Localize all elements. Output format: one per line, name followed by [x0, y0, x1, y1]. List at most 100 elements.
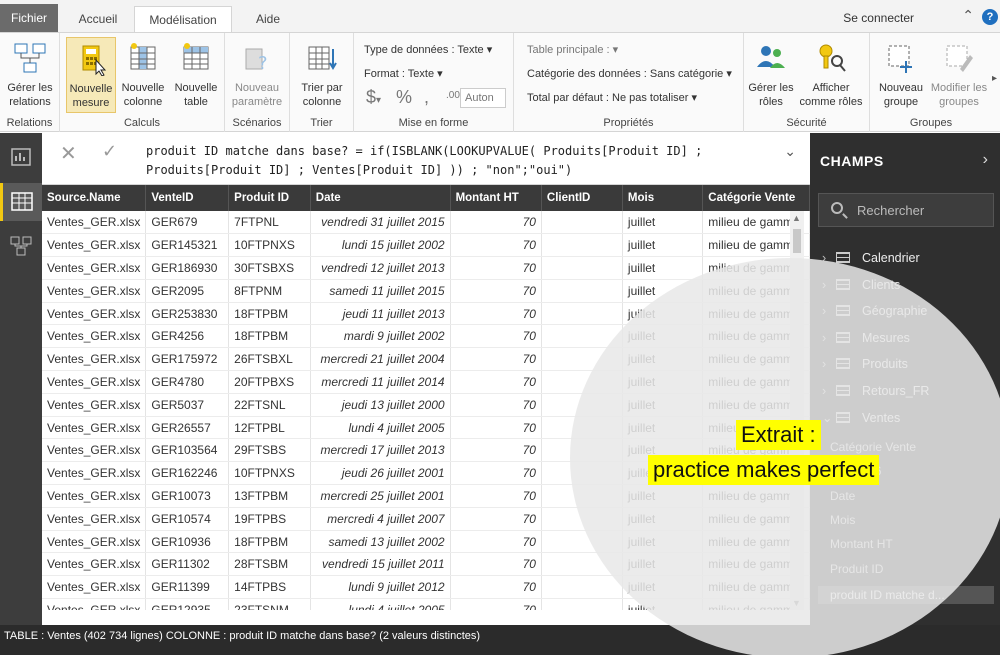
table-cell[interactable]: vendredi 12 juillet 2013: [310, 256, 451, 280]
collapse-ribbon-icon[interactable]: ⌃: [962, 7, 974, 24]
table-cell[interactable]: 70: [450, 530, 542, 554]
table-cell[interactable]: samedi 11 juillet 2015: [310, 279, 451, 303]
table-cell[interactable]: mercredi 11 juillet 2014: [310, 370, 451, 394]
table-cell[interactable]: 70: [450, 461, 542, 486]
table-cell[interactable]: mercredi 21 juillet 2004: [310, 347, 451, 372]
table-cell[interactable]: Ventes_GER.xlsx: [42, 438, 147, 463]
table-cell[interactable]: 14FTPBS: [228, 575, 311, 600]
table-cell[interactable]: 12FTPBL: [228, 416, 311, 440]
table-row[interactable]: Ventes_GER.xlsx GER186930 30FTSBXS vendredi…: [42, 256, 810, 280]
table-cell[interactable]: Ventes_GER.xlsx: [42, 393, 147, 417]
table-cell[interactable]: jeudi 13 juillet 2000: [310, 393, 451, 417]
model-view-button[interactable]: [0, 227, 42, 265]
data-category-dropdown[interactable]: Catégorie des données : Sans catégorie ▾: [527, 67, 732, 80]
table-cell[interactable]: [541, 598, 623, 610]
table-row[interactable]: Ventes_GER.xlsx GER679 7FTPNL vendredi 31 j…: [42, 211, 810, 235]
data-view-button[interactable]: [0, 183, 42, 221]
currency-button[interactable]: $▾: [366, 87, 381, 108]
table-cell[interactable]: GER162246: [145, 461, 230, 486]
decimal-places-input[interactable]: Auton: [460, 88, 506, 108]
table-cell[interactable]: GER103564: [145, 438, 230, 463]
column-header[interactable]: Source.Name: [42, 185, 147, 211]
table-cell[interactable]: juillet: [622, 233, 704, 258]
table-cell[interactable]: 19FTPBS: [228, 507, 311, 531]
manage-roles-button[interactable]: Gérer les rôles: [748, 37, 794, 113]
table-cell[interactable]: GER10574: [145, 507, 230, 531]
cancel-formula-button[interactable]: ✕: [60, 141, 77, 166]
table-cell[interactable]: 70: [450, 507, 542, 531]
table-cell[interactable]: 70: [450, 256, 542, 280]
table-cell[interactable]: GER4780: [145, 370, 230, 394]
column-header[interactable]: Montant HT: [450, 185, 542, 211]
column-header[interactable]: Mois: [622, 185, 704, 211]
table-cell[interactable]: lundi 4 juillet 2005: [310, 416, 451, 440]
table-cell[interactable]: 20FTPBXS: [228, 370, 311, 394]
table-cell[interactable]: Ventes_GER.xlsx: [42, 279, 147, 303]
table-cell[interactable]: Ventes_GER.xlsx: [42, 575, 147, 600]
column-header[interactable]: VenteID: [145, 185, 230, 211]
table-cell[interactable]: 70: [450, 575, 542, 600]
table-cell[interactable]: 70: [450, 324, 542, 349]
table-cell[interactable]: 70: [450, 347, 542, 372]
table-cell[interactable]: lundi 9 juillet 2012: [310, 575, 451, 600]
table-cell[interactable]: 70: [450, 302, 542, 326]
column-header[interactable]: Catégorie Vente: [702, 185, 810, 211]
table-cell[interactable]: [541, 279, 623, 303]
table-cell[interactable]: 70: [450, 598, 542, 610]
table-cell[interactable]: [541, 256, 623, 280]
table-cell[interactable]: mercredi 25 juillet 2001: [310, 484, 451, 508]
table-cell[interactable]: Ventes_GER.xlsx: [42, 211, 147, 235]
table-cell[interactable]: GER186930: [145, 256, 230, 280]
table-row[interactable]: Ventes_GER.xlsx GER145321 10FTPNXS lundi 15…: [42, 233, 810, 258]
table-cell[interactable]: GER679: [145, 211, 230, 235]
table-cell[interactable]: 8FTPNM: [228, 279, 311, 303]
table-cell[interactable]: 70: [450, 393, 542, 417]
table-cell[interactable]: Ventes_GER.xlsx: [42, 484, 147, 508]
table-cell[interactable]: Ventes_GER.xlsx: [42, 324, 147, 349]
table-cell[interactable]: 70: [450, 211, 542, 235]
collapse-pane-chevron-icon[interactable]: ›: [983, 151, 988, 169]
table-cell[interactable]: 26FTSBXL: [228, 347, 311, 372]
commit-formula-button[interactable]: ✓: [102, 141, 117, 162]
table-cell[interactable]: GER12935: [145, 598, 230, 610]
view-as-roles-button[interactable]: Afficher comme rôles: [798, 37, 864, 113]
table-cell[interactable]: GER11399: [145, 575, 230, 600]
table-cell[interactable]: 70: [450, 233, 542, 258]
column-header[interactable]: Produit ID: [228, 185, 311, 211]
comma-button[interactable]: ,: [424, 87, 429, 108]
table-cell[interactable]: Ventes_GER.xlsx: [42, 347, 147, 372]
table-cell[interactable]: Ventes_GER.xlsx: [42, 461, 147, 486]
home-table-dropdown[interactable]: Table principale : ▾: [527, 43, 618, 56]
table-cell[interactable]: lundi 15 juillet 2002: [310, 233, 451, 258]
scroll-up-icon[interactable]: ▲: [792, 213, 801, 223]
table-cell[interactable]: 70: [450, 552, 542, 577]
table-cell[interactable]: GER10936: [145, 530, 230, 554]
table-cell[interactable]: GER4256: [145, 324, 230, 349]
new-parameter-button[interactable]: ? Nouveau paramètre: [227, 37, 287, 113]
table-cell[interactable]: 70: [450, 438, 542, 463]
percent-button[interactable]: %: [396, 87, 412, 108]
data-type-dropdown[interactable]: Type de données : Texte ▾: [364, 43, 492, 56]
table-cell[interactable]: 70: [450, 370, 542, 394]
report-view-button[interactable]: [0, 139, 42, 177]
table-cell[interactable]: GER253830: [145, 302, 230, 326]
table-cell[interactable]: jeudi 11 juillet 2013: [310, 302, 451, 326]
ribbon-scroll-right-icon[interactable]: ▸: [992, 73, 1000, 84]
table-cell[interactable]: 30FTSBXS: [228, 256, 311, 280]
table-cell[interactable]: samedi 13 juillet 2002: [310, 530, 451, 554]
table-cell[interactable]: Ventes_GER.xlsx: [42, 256, 147, 280]
help-icon[interactable]: ?: [982, 9, 998, 25]
fields-search-input[interactable]: Rechercher: [818, 193, 994, 227]
table-cell[interactable]: Ventes_GER.xlsx: [42, 530, 147, 554]
table-cell[interactable]: mardi 9 juillet 2002: [310, 324, 451, 349]
default-summarization-dropdown[interactable]: Total par défaut : Ne pas totaliser ▾: [527, 91, 697, 104]
column-header[interactable]: Date: [310, 185, 451, 211]
table-cell[interactable]: Ventes_GER.xlsx: [42, 233, 147, 258]
table-cell[interactable]: 70: [450, 279, 542, 303]
table-cell[interactable]: [541, 575, 623, 600]
table-cell[interactable]: vendredi 15 juillet 2011: [310, 552, 451, 577]
table-cell[interactable]: juillet: [622, 211, 704, 235]
table-cell[interactable]: 28FTSBM: [228, 552, 311, 577]
decimal-icon[interactable]: .00: [446, 90, 460, 101]
tab-modeling[interactable]: Modélisation: [134, 6, 232, 33]
